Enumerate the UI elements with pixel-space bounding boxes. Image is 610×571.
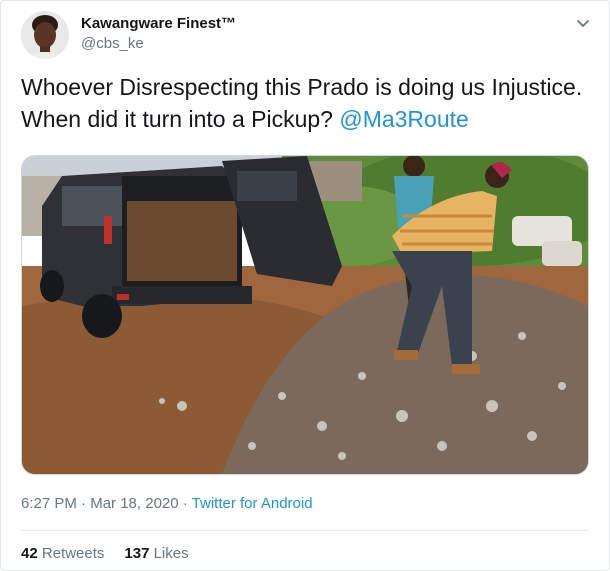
tweet-source-link[interactable]: Twitter for Android (192, 495, 313, 512)
likes-count: 137 (124, 545, 150, 562)
likes-label: Likes (153, 545, 189, 562)
retweets-count: 42 (21, 545, 38, 562)
meta-separator: · (76, 495, 91, 512)
tweet-stats: 42 Retweets 137 Likes (21, 545, 189, 562)
user-handle[interactable]: @cbs_ke (81, 35, 144, 52)
photo-icon (22, 156, 588, 474)
tweet-text: Whoever Disrespecting this Prado is doin… (21, 71, 591, 135)
tweet-time[interactable]: 6:27 PM (21, 495, 77, 512)
display-name[interactable]: Kawangware Finest™ (81, 15, 236, 32)
avatar-photo-icon (21, 11, 69, 59)
tweet-meta: 6:27 PM · Mar 18, 2020 · Twitter for And… (21, 495, 313, 512)
tweet-photo[interactable] (21, 155, 589, 475)
retweets-stat[interactable]: 42 Retweets (21, 545, 104, 562)
meta-separator: · (178, 495, 192, 512)
tweet-body-text: Whoever Disrespecting this Prado is doin… (21, 74, 583, 132)
tweet-date[interactable]: Mar 18, 2020 (90, 495, 178, 512)
chevron-down-icon[interactable] (575, 15, 591, 31)
likes-stat[interactable]: 137 Likes (124, 545, 188, 562)
avatar[interactable] (21, 11, 69, 59)
tweet-card: Kawangware Finest™ @cbs_ke Whoever Disre… (0, 0, 610, 571)
mention-link[interactable]: @Ma3Route (339, 106, 468, 132)
divider (21, 530, 589, 531)
retweets-label: Retweets (41, 545, 105, 562)
